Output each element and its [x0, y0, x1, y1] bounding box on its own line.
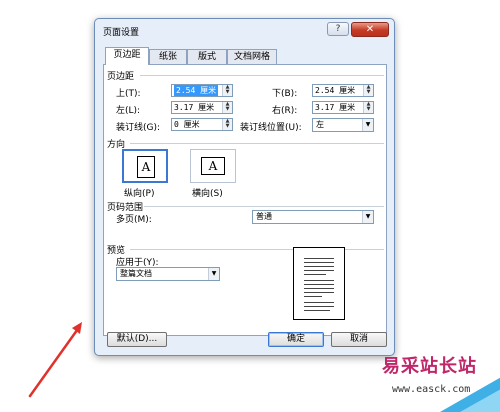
top-margin-spinner[interactable]: 2.54 厘米 ▲ ▼: [171, 84, 233, 97]
multiple-pages-value: 普通: [256, 212, 272, 221]
gutter-position-label: 装订线位置(U):: [240, 123, 302, 133]
preview-line: [304, 258, 334, 259]
preview-line: [304, 262, 334, 263]
preview-separator: [130, 249, 384, 250]
bottom-margin-label: 下(B):: [272, 89, 298, 99]
spin-down-icon[interactable]: ▼: [364, 107, 373, 112]
spin-down-icon[interactable]: ▼: [364, 90, 373, 95]
orientation-separator: [130, 143, 384, 144]
dialog-title: 页面设置: [103, 28, 140, 38]
gutter-label: 装订线(G):: [116, 123, 161, 133]
gutter-value[interactable]: 0 厘米: [174, 119, 200, 130]
ok-button[interactable]: 确定: [268, 332, 324, 347]
preview-line: [304, 266, 334, 267]
apply-to-value: 整篇文档: [120, 269, 152, 278]
chevron-down-icon[interactable]: ▼: [362, 211, 373, 223]
preview-line: [304, 296, 322, 297]
right-margin-arrows[interactable]: ▲ ▼: [363, 102, 373, 113]
spin-down-icon[interactable]: ▼: [223, 124, 232, 129]
tab-paper[interactable]: 纸张: [149, 49, 187, 64]
landscape-label[interactable]: 横向(S): [192, 186, 223, 199]
bottom-margin-spinner[interactable]: 2.54 厘米 ▲ ▼: [312, 84, 374, 97]
margins-section-label: 页边距: [107, 72, 135, 82]
preview-line: [304, 288, 334, 289]
gutter-spinner[interactable]: 0 厘米 ▲ ▼: [171, 118, 233, 131]
preview-line: [304, 274, 326, 275]
multiple-pages-label: 多页(M):: [116, 215, 152, 225]
bottom-margin-value[interactable]: 2.54 厘米: [315, 85, 355, 96]
left-margin-label: 左(L):: [116, 106, 141, 116]
title-bar[interactable]: 页面设置 ? ✕: [95, 19, 394, 43]
gutter-arrows[interactable]: ▲ ▼: [222, 119, 232, 130]
left-margin-value[interactable]: 3.17 厘米: [174, 102, 214, 113]
landscape-page-icon: A: [201, 157, 225, 175]
multiple-pages-select[interactable]: 普通 ▼: [252, 210, 374, 224]
preview-line: [304, 302, 334, 303]
preview-line: [304, 280, 334, 281]
preview-page: [293, 247, 345, 320]
right-margin-value[interactable]: 3.17 厘米: [315, 102, 355, 113]
page-setup-dialog: 页面设置 ? ✕ 页边距 纸张 版式 文档网格 页边距 上(T): 2.54 厘…: [94, 18, 395, 356]
tab-margins[interactable]: 页边距: [105, 47, 149, 65]
left-margin-spinner[interactable]: 3.17 厘米 ▲ ▼: [171, 101, 233, 114]
portrait-label[interactable]: 纵向(P): [124, 186, 154, 199]
preview-line: [304, 292, 334, 293]
right-margin-label: 右(R):: [272, 106, 298, 116]
preview-line: [304, 306, 334, 307]
cancel-button[interactable]: 取消: [331, 332, 387, 347]
margins-separator: [140, 75, 384, 76]
bottom-margin-arrows[interactable]: ▲ ▼: [363, 85, 373, 96]
help-button[interactable]: ?: [327, 22, 349, 36]
tab-layout[interactable]: 版式: [187, 49, 227, 64]
close-button[interactable]: ✕: [351, 22, 389, 37]
top-margin-arrows[interactable]: ▲ ▼: [222, 85, 232, 96]
annotation-arrow-icon: [28, 322, 82, 398]
preview-line: [304, 270, 334, 271]
right-margin-spinner[interactable]: 3.17 厘米 ▲ ▼: [312, 101, 374, 114]
watermark-site-name: 易采站长站: [382, 356, 477, 377]
tab-document-grid[interactable]: 文档网格: [227, 49, 277, 64]
pages-separator: [144, 206, 384, 207]
preview-line: [304, 284, 334, 285]
landscape-option[interactable]: A: [190, 149, 236, 183]
portrait-option[interactable]: A: [122, 149, 168, 183]
top-margin-value[interactable]: 2.54 厘米: [174, 85, 219, 96]
apply-to-select[interactable]: 整篇文档 ▼: [116, 267, 220, 281]
watermark-url: www.easck.com: [392, 384, 471, 395]
default-button[interactable]: 默认(D)...: [107, 332, 167, 347]
spin-down-icon[interactable]: ▼: [223, 90, 232, 95]
portrait-page-icon: A: [137, 156, 155, 178]
top-margin-label: 上(T):: [116, 89, 141, 99]
left-margin-arrows[interactable]: ▲ ▼: [222, 102, 232, 113]
gutter-position-select[interactable]: 左 ▼: [312, 118, 374, 132]
preview-line: [304, 310, 330, 311]
chevron-down-icon[interactable]: ▼: [208, 268, 219, 280]
gutter-position-value: 左: [316, 120, 324, 129]
spin-down-icon[interactable]: ▼: [223, 107, 232, 112]
chevron-down-icon[interactable]: ▼: [362, 119, 373, 131]
